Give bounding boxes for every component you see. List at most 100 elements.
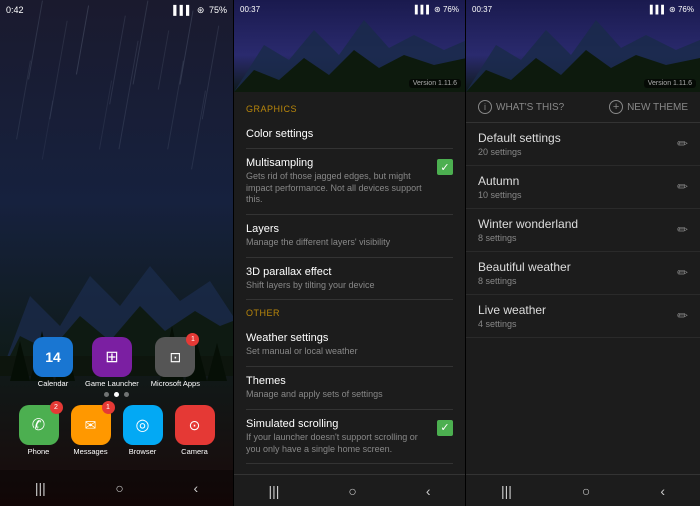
settings-nav-bar: ||| ○ ‹: [234, 474, 465, 506]
theme-name-winter: Winter wonderland: [478, 217, 677, 231]
themes-preview: 00:37 ▌▌▌ ⊛ 76% Version 1.11.6: [466, 0, 700, 92]
app-browser[interactable]: ◎ Browser: [123, 405, 163, 456]
theme-name-default: Default settings: [478, 131, 677, 145]
signal-icon: ▌▌▌: [173, 5, 192, 15]
app-messages-label: Messages: [73, 447, 107, 456]
settings-status-icons: ▌▌▌ ⊛ 76%: [415, 5, 459, 14]
other-section: Other Weather settings Set manual or loc…: [246, 308, 453, 464]
layers-desc: Manage the different layers' visibility: [246, 237, 453, 249]
dock-area: 14 Calendar ⊞ Game Launcher ⊡ 1 Microsof…: [0, 337, 233, 456]
settings-recents-icon[interactable]: |||: [268, 483, 279, 499]
theme-count-default: 20 settings: [478, 147, 677, 157]
parallax-desc: Shift layers by tilting your device: [246, 280, 453, 292]
graphics-section: Graphics Color settings Multisampling Ge…: [246, 104, 453, 300]
edit-live-icon[interactable]: ✏: [677, 308, 688, 324]
layers-item[interactable]: Layers Manage the different layers' visi…: [246, 215, 453, 258]
edit-winter-icon[interactable]: ✏: [677, 222, 688, 238]
multisampling-title: Multisampling: [246, 157, 429, 169]
app-phone[interactable]: ✆ 2 Phone: [19, 405, 59, 456]
nav-bar: ||| ○ ‹: [0, 470, 233, 506]
themes-home-icon[interactable]: ○: [582, 483, 590, 499]
edit-autumn-icon[interactable]: ✏: [677, 179, 688, 195]
simulated-scrolling-desc: If your launcher doesn't support scrolli…: [246, 432, 429, 455]
themes-title: Themes: [246, 375, 453, 387]
info-icon: i: [478, 100, 492, 114]
theme-name-autumn: Autumn: [478, 174, 677, 188]
app-camera[interactable]: ⊙ Camera: [175, 405, 215, 456]
themes-recents-icon[interactable]: |||: [501, 483, 512, 499]
settings-panel: 00:37 ▌▌▌ ⊛ 76% Version 1.11.6 Graphics …: [233, 0, 466, 506]
dot-3: [124, 392, 129, 397]
theme-name-live: Live weather: [478, 303, 677, 317]
weather-settings-item[interactable]: Weather settings Set manual or local wea…: [246, 324, 453, 367]
battery-icon: 75%: [209, 5, 227, 15]
recents-nav-icon[interactable]: |||: [35, 480, 46, 496]
app-game-label: Game Launcher: [85, 379, 139, 388]
settings-time: 00:37: [240, 5, 260, 14]
theme-count-live: 4 settings: [478, 319, 677, 329]
color-settings-item[interactable]: Color settings: [246, 120, 453, 149]
dot-2: [114, 392, 119, 397]
themes-toolbar: i WHAT'S THIS? + NEW THEME: [466, 92, 700, 123]
themes-back-icon[interactable]: ‹: [660, 483, 665, 499]
status-icons-right: ▌▌▌ ⊛ 75%: [173, 5, 227, 16]
plus-icon: +: [609, 100, 623, 114]
new-theme-button[interactable]: + NEW THEME: [609, 100, 688, 114]
microsoft-badge: 1: [186, 333, 199, 346]
themes-version-label: Version 1.11.6: [644, 79, 696, 88]
color-settings-title: Color settings: [246, 128, 453, 140]
checkmark-icon: ✓: [440, 161, 449, 174]
list-item[interactable]: Winter wonderland 8 settings ✏: [466, 209, 700, 252]
settings-back-icon[interactable]: ‹: [426, 483, 431, 499]
time-display: 0:42: [6, 5, 24, 15]
layers-title: Layers: [246, 223, 453, 235]
themes-panel: 00:37 ▌▌▌ ⊛ 76% Version 1.11.6 i WHAT'S …: [466, 0, 700, 506]
list-item[interactable]: Autumn 10 settings ✏: [466, 166, 700, 209]
multisampling-checkbox[interactable]: ✓: [437, 159, 453, 175]
weather-settings-title: Weather settings: [246, 332, 453, 344]
multisampling-desc: Gets rid of those jagged edges, but migh…: [246, 171, 429, 206]
app-microsoft-label: Microsoft Apps: [151, 379, 200, 388]
theme-count-winter: 8 settings: [478, 233, 677, 243]
messages-icon: ✉: [85, 417, 97, 434]
app-game-launcher[interactable]: ⊞ Game Launcher: [85, 337, 139, 388]
theme-info-live: Live weather 4 settings: [478, 303, 677, 329]
theme-count-autumn: 10 settings: [478, 190, 677, 200]
simulated-scrolling-checkbox[interactable]: ✓: [437, 420, 453, 436]
themes-list: Default settings 20 settings ✏ Autumn 10…: [466, 123, 700, 463]
status-bar: 0:42 ▌▌▌ ⊛ 75%: [0, 0, 233, 20]
simulated-scrolling-item[interactable]: Simulated scrolling If your launcher doe…: [246, 410, 453, 464]
app-messages[interactable]: ✉ 1 Messages: [71, 405, 111, 456]
messages-badge: 1: [102, 401, 115, 414]
themes-nav-bar: ||| ○ ‹: [466, 474, 700, 506]
list-item[interactable]: Default settings 20 settings ✏: [466, 123, 700, 166]
theme-info-winter: Winter wonderland 8 settings: [478, 217, 677, 243]
camera-icon: ⊙: [189, 417, 201, 434]
themes-status-icons: ▌▌▌ ⊛ 76%: [650, 5, 694, 14]
parallax-item[interactable]: 3D parallax effect Shift layers by tilti…: [246, 258, 453, 301]
whats-this-button[interactable]: i WHAT'S THIS?: [478, 100, 564, 114]
home-nav-icon[interactable]: ○: [115, 480, 123, 496]
theme-count-beautiful: 8 settings: [478, 276, 677, 286]
app-calendar[interactable]: 14 Calendar: [33, 337, 73, 388]
themes-item[interactable]: Themes Manage and apply sets of settings: [246, 367, 453, 410]
game-launcher-icon: ⊞: [105, 347, 118, 367]
settings-preview: 00:37 ▌▌▌ ⊛ 76% Version 1.11.6: [234, 0, 465, 92]
browser-icon: ◎: [136, 415, 150, 435]
calendar-icon: 14: [45, 349, 61, 365]
app-calendar-label: Calendar: [38, 379, 68, 388]
settings-home-icon[interactable]: ○: [348, 483, 356, 499]
settings-list: Graphics Color settings Multisampling Ge…: [234, 92, 465, 474]
back-nav-icon[interactable]: ‹: [193, 480, 198, 496]
microsoft-icon: ⊡: [170, 349, 182, 366]
page-dots: [104, 392, 129, 397]
themes-time: 00:37: [472, 5, 492, 14]
list-item[interactable]: Live weather 4 settings ✏: [466, 295, 700, 338]
graphics-section-header: Graphics: [246, 104, 453, 114]
multisampling-item[interactable]: Multisampling Gets rid of those jagged e…: [246, 149, 453, 215]
edit-beautiful-icon[interactable]: ✏: [677, 265, 688, 281]
other-section-header: Other: [246, 308, 453, 318]
list-item[interactable]: Beautiful weather 8 settings ✏: [466, 252, 700, 295]
edit-default-icon[interactable]: ✏: [677, 136, 688, 152]
app-microsoft[interactable]: ⊡ 1 Microsoft Apps: [151, 337, 200, 388]
